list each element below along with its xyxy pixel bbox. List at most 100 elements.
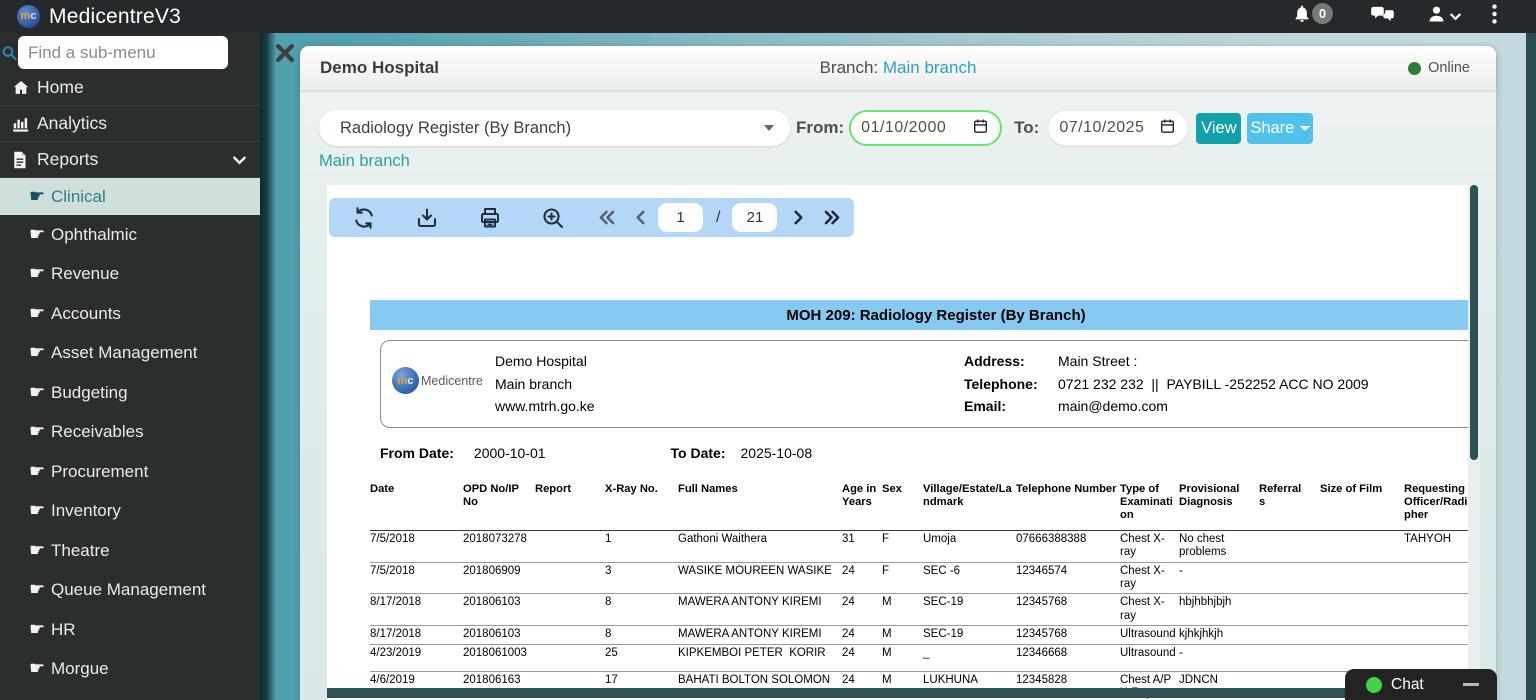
- sidebar-item-reports[interactable]: Reports: [0, 142, 260, 178]
- branch-caption: Branch: Main branch: [300, 58, 1496, 78]
- sidebar-item-receivables[interactable]: ☛Receivables: [0, 413, 260, 453]
- table-cell: 8: [605, 594, 678, 626]
- table-cell: 8/17/2018: [370, 626, 463, 645]
- hand-point-icon: ☛: [29, 188, 51, 206]
- sidebar-item-revenue[interactable]: ☛Revenue: [0, 255, 260, 295]
- prev-page-button[interactable]: [635, 210, 646, 225]
- topbar: mc MedicentreV3 0: [0, 0, 1536, 33]
- from-date-input[interactable]: 01/10/2000: [849, 110, 1002, 146]
- medicentre-logo-text: Medicentre: [421, 374, 483, 388]
- table-cell: M: [882, 645, 923, 672]
- sidebar-item-clinical[interactable]: ☛Clinical: [0, 178, 260, 215]
- vertical-scrollbar-thumb[interactable]: [1470, 185, 1478, 460]
- view-button[interactable]: View: [1196, 113, 1241, 144]
- report-select[interactable]: Radiology Register (By Branch): [319, 110, 790, 146]
- telephone-label: Telephone:: [964, 373, 1058, 396]
- horizontal-scrollbar[interactable]: [327, 688, 1460, 698]
- print-button[interactable]: [478, 206, 502, 230]
- chevron-down-icon: [233, 149, 246, 170]
- sidebar-item-label: Budgeting: [51, 383, 128, 403]
- kebab-menu-button[interactable]: [1492, 4, 1497, 29]
- calendar-icon[interactable]: [1160, 118, 1175, 139]
- sidebar: Home Analytics Reports ☛Clinical☛Ophthal…: [0, 33, 260, 700]
- last-page-button[interactable]: [824, 210, 841, 225]
- facility-name: Demo Hospital: [495, 350, 595, 373]
- sidebar-item-label: Queue Management: [51, 580, 206, 600]
- refresh-button[interactable]: [352, 206, 376, 230]
- zoom-in-button[interactable]: [541, 206, 565, 230]
- table-cell: 7/5/2018: [370, 530, 463, 562]
- main-area: Demo Hospital Branch: Main branch Online…: [260, 33, 1536, 700]
- email-label: Email:: [964, 395, 1058, 418]
- table-cell: Ultrasound: [1120, 645, 1179, 672]
- page-separator: /: [716, 209, 720, 227]
- branch-name-link[interactable]: Main branch: [883, 58, 977, 77]
- chat-bubbles-icon: [1371, 4, 1394, 29]
- next-page-button[interactable]: [793, 210, 804, 225]
- table-cell: M: [882, 626, 923, 645]
- sidebar-item-morgue[interactable]: ☛Morgue: [0, 650, 260, 690]
- page-scrollbar[interactable]: [1526, 33, 1536, 700]
- sidebar-item-ophthalmic[interactable]: ☛Ophthalmic: [0, 215, 260, 255]
- vertical-scrollbar-track[interactable]: [1468, 185, 1480, 700]
- logo-letter-m: m: [21, 11, 31, 22]
- sidebar-item-label: Receivables: [51, 422, 144, 442]
- search-input[interactable]: [18, 36, 228, 69]
- table-cell: MAWERA ANTONY KIREMI: [678, 626, 842, 645]
- chevron-down-icon: [1450, 8, 1461, 26]
- sidebar-item-analytics[interactable]: Analytics: [0, 106, 260, 142]
- sidebar-item-home[interactable]: Home: [0, 70, 260, 106]
- table-cell: SEC -6: [923, 562, 1016, 594]
- sidebar-item-inventory[interactable]: ☛Inventory: [0, 492, 260, 532]
- table-header: DateOPD No/IP NoReportX-Ray No.Full Name…: [370, 483, 1480, 530]
- sidebar-item-asset-management[interactable]: ☛Asset Management: [0, 334, 260, 374]
- user-menu-button[interactable]: [1426, 4, 1461, 29]
- download-button[interactable]: [415, 206, 439, 230]
- column-header: Age in Years: [842, 483, 882, 530]
- email-value: main@demo.com: [1058, 395, 1369, 418]
- from-label: From:: [796, 118, 844, 138]
- sidebar-item-theatre[interactable]: ☛Theatre: [0, 531, 260, 571]
- sidebar-item-accounts[interactable]: ☛Accounts: [0, 294, 260, 334]
- branch-link[interactable]: Main branch: [319, 152, 410, 171]
- panel-body: Radiology Register (By Branch) From: 01/…: [300, 90, 1496, 700]
- sidebar-item-label: Analytics: [37, 113, 107, 134]
- facility-info-box: mc Medicentre Demo Hospital Main branch …: [380, 340, 1480, 428]
- file-icon: [12, 151, 37, 169]
- hand-point-icon: ☛: [29, 621, 51, 639]
- calendar-icon[interactable]: [973, 118, 988, 139]
- table-cell: kjhkjhkjh: [1179, 626, 1259, 645]
- to-date-input[interactable]: 07/10/2025: [1048, 110, 1188, 146]
- facility-contact: Address: Telephone: Email: Main Street :…: [964, 350, 1369, 418]
- chat-widget[interactable]: Chat: [1345, 669, 1497, 700]
- table-cell: [535, 530, 605, 562]
- select-caret-icon: [764, 125, 774, 131]
- column-header: Sex: [882, 483, 923, 530]
- table-cell: [1259, 594, 1320, 626]
- sidebar-item-procurement[interactable]: ☛Procurement: [0, 452, 260, 492]
- table-cell: [535, 594, 605, 626]
- minimize-icon[interactable]: [1463, 683, 1479, 686]
- sidebar-item-budgeting[interactable]: ☛Budgeting: [0, 373, 260, 413]
- current-page-box[interactable]: 1: [658, 203, 703, 232]
- bell-icon: [1292, 4, 1312, 29]
- column-header: Date: [370, 483, 463, 530]
- share-button[interactable]: Share: [1247, 113, 1313, 144]
- filter-row: Radiology Register (By Branch) From: 01/…: [300, 90, 1496, 146]
- first-page-button[interactable]: [598, 210, 615, 225]
- table-cell: 1: [605, 530, 678, 562]
- sidebar-item-label: Clinical: [51, 187, 106, 207]
- notifications-button[interactable]: 0: [1292, 4, 1312, 29]
- table-cell: [1259, 530, 1320, 562]
- column-header: Referrals: [1259, 483, 1320, 530]
- from-date-label: From Date:: [380, 445, 454, 461]
- table-cell: [535, 626, 605, 645]
- sidebar-item-hr[interactable]: ☛HR: [0, 610, 260, 650]
- sidebar-item-queue-management[interactable]: ☛Queue Management: [0, 571, 260, 611]
- table-cell: MAWERA ANTONY KIREMI: [678, 594, 842, 626]
- messages-button[interactable]: [1371, 4, 1394, 29]
- topbar-actions: 0: [1292, 0, 1536, 33]
- report-document: MOH 209: Radiology Register (By Branch) …: [370, 300, 1480, 700]
- table-cell: [535, 645, 605, 672]
- close-icon[interactable]: [274, 42, 296, 64]
